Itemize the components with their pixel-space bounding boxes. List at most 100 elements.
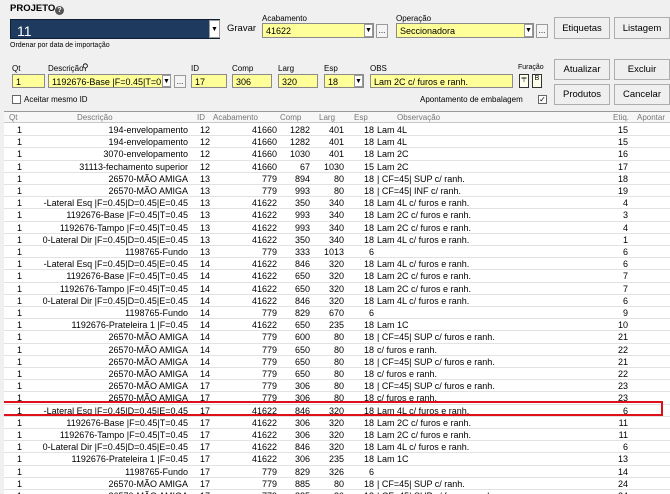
table-row[interactable]: 1 194-envelopamento 12 41660 1282 401 18 Lam 4L… (4, 136, 670, 149)
search-icon[interactable]: ⚲ (82, 62, 89, 73)
table-row[interactable]: 1 26570-MÃO AMIGA 14 779 600 80 18 | CF=45| SUP… (4, 331, 670, 344)
table-row[interactable]: 1 31113-fechamento superior 12 41660 67 1030 1… (4, 161, 670, 173)
operacao-ellipsis-button[interactable]: ... (536, 24, 548, 38)
table-row[interactable]: 1 26570-MÃO AMIGA 14 779 650 80 18 c/ furos e … (4, 368, 670, 381)
table-row[interactable]: 1 1192676-Prateleira 1 |F=0.45 17 41622 306 2… (4, 453, 670, 466)
cell-qt: 1 (16, 466, 22, 477)
listagem-button[interactable]: Listagem (614, 17, 670, 39)
etiquetas-button[interactable]: Etiquetas (554, 17, 610, 39)
table-row[interactable]: 126570-MÃO AMIGA177798858018| CF=45| SUP… (4, 490, 670, 494)
cell-acabamento: 41660 (251, 161, 277, 172)
cell-acabamento: 41660 (251, 125, 277, 135)
table-row[interactable]: 1 0-Lateral Dir |F=0.45|D=0.45|E=0.45 17 41… (4, 441, 670, 454)
acabamento-ellipsis-button[interactable]: ... (376, 24, 388, 38)
table-row[interactable]: 1 26570-MÃO AMIGA 17 779 306 80 18 c/ furos e … (4, 392, 670, 405)
atualizar-button[interactable]: Atualizar (554, 59, 610, 80)
acabamento-select[interactable]: 41622 (262, 23, 374, 38)
cell-qt: 1 (16, 369, 22, 379)
cell-id: 14 (200, 356, 211, 367)
table-row[interactable]: 126570-MÃO AMIGA177798858018| CF=45| SUP… (4, 478, 670, 490)
cell-qt: 1 (16, 271, 22, 282)
table-row[interactable]: 1 -Lateral Esq |F=0.45|D=0.45|E=0.45 13 416… (4, 197, 670, 210)
col-descricao[interactable]: Descrição (77, 112, 113, 123)
cell-observacao: | CF=45| SUP c/ furos e ranh. (377, 356, 495, 367)
cell-comp: 350 (294, 234, 310, 245)
col-comp[interactable]: Comp (280, 112, 301, 123)
cell-esp: 18 (363, 125, 374, 135)
table-row[interactable]: 1 -Lateral Esq |F=0.45|D=0.45|E=0.45 14 416… (4, 258, 670, 271)
cell-esp: 6 (368, 308, 374, 318)
gravar-button[interactable]: Gravar (227, 23, 256, 34)
table-row[interactable]: 1 1192676-Base |F=0.45|T=0.45 13 41622 993 34… (4, 209, 670, 222)
chevron-down-icon[interactable]: ▼ (524, 24, 533, 37)
col-id[interactable]: ID (197, 112, 205, 123)
col-apontar[interactable]: Apontar (637, 112, 665, 123)
cell-comp: 846 (294, 295, 310, 306)
excluir-button[interactable]: Excluir (614, 59, 670, 80)
cell-descricao: 31113-fechamento superior (79, 161, 188, 172)
table-row[interactable]: 1 26570-MÃO AMIGA 13 779 894 80 18 | CF=45| SUP… (4, 173, 670, 185)
chevron-down-icon[interactable]: ▼ (364, 24, 373, 37)
table-row[interactable]: 1 194-envelopamento 12 41660 1282 401 18 Lam 4L… (4, 124, 670, 137)
cell-descricao: 1198765-Fundo (125, 308, 188, 318)
table-row[interactable]: 1 -Lateral Esq |F=0.45|D=0.45|E=0.45 17 416… (4, 405, 670, 417)
table-row[interactable]: 1 1192676-Tampo |F=0.45|T=0.45 17 41622 306 3… (4, 429, 670, 442)
cell-esp: 18 (363, 356, 374, 367)
col-larg[interactable]: Larg (319, 112, 335, 123)
id-field[interactable]: 17 (191, 74, 227, 88)
cell-etiq: 6 (622, 295, 628, 306)
aceitar-checkbox[interactable] (12, 95, 21, 104)
cell-descricao: 194-envelopamento (108, 125, 188, 135)
table-row[interactable]: 1 1198765-Fundo 13 779 333 1013 6 6 (4, 246, 670, 259)
cell-id: 17 (200, 393, 211, 404)
chevron-down-icon[interactable]: ▼ (162, 75, 171, 87)
qt-field[interactable]: 1 (12, 74, 45, 88)
table-row[interactable]: 1 3070-envelopamento 12 41660 1030 401 18 Lam 2… (4, 148, 670, 161)
table-row[interactable]: 1 26570-MÃO AMIGA 17 779 306 80 18 | CF=45| SUP… (4, 380, 670, 393)
table-row[interactable]: 1 26570-MÃO AMIGA 14 779 650 80 18 | CF=45| SUP… (4, 356, 670, 368)
cell-larg: 80 (333, 369, 344, 379)
col-qt[interactable]: Qt (9, 112, 17, 123)
obs-field[interactable]: Lam 2C c/ furos e ranh. (370, 74, 513, 88)
apontamento-checkbox[interactable]: ✓ (538, 95, 547, 104)
table-row[interactable]: 1 1198765-Fundo 17 779 829 326 6 14 (4, 466, 670, 478)
table-row[interactable]: 1 26570-MÃO AMIGA 14 779 650 80 18 c/ furos e … (4, 344, 670, 356)
chevron-down-icon[interactable]: ▼ (354, 75, 363, 87)
items-table[interactable]: Qt Descrição ID Acabamento Comp Larg Esp… (4, 111, 670, 494)
table-row[interactable]: 1 1198765-Fundo 14 779 829 670 6 9 (4, 307, 670, 320)
col-etiq[interactable]: Etiq. (613, 112, 629, 123)
cell-etiq: 6 (622, 247, 628, 257)
cell-descricao: 194-envelopamento (108, 137, 188, 148)
col-esp[interactable]: Esp (354, 112, 368, 123)
col-acabamento[interactable]: Acabamento (213, 112, 258, 123)
produtos-button[interactable]: Produtos (554, 84, 610, 105)
table-row[interactable]: 1 1192676-Prateleira 1 |F=0.45 14 41622 650 2… (4, 319, 670, 332)
operacao-select[interactable]: Seccionadora (396, 23, 534, 38)
cell-larg: 235 (328, 320, 344, 331)
col-observacao[interactable]: Observação (397, 112, 440, 123)
table-row[interactable]: 1 0-Lateral Dir |F=0.45|D=0.45|E=0.45 14 41… (4, 295, 670, 307)
projeto-select[interactable]: 11 (10, 19, 220, 39)
cell-id: 17 (200, 454, 211, 465)
table-row[interactable]: 1 1192676-Tampo |F=0.45|T=0.45 14 41622 650 3… (4, 283, 670, 295)
cell-qt: 1 (16, 149, 22, 160)
furacao-top-icon[interactable]: ╤ (519, 74, 529, 88)
table-row[interactable]: 1 1192676-Base |F=0.45|T=0.45 14 41622 650 32… (4, 270, 670, 283)
cell-qt: 1 (16, 442, 22, 453)
chevron-down-icon[interactable]: ▼ (209, 20, 220, 38)
table-row[interactable]: 1 1192676-Base |F=0.45|T=0.45 17 41622 306 32… (4, 417, 670, 429)
table-row[interactable]: 1 1192676-Tampo |F=0.45|T=0.45 13 41622 993 3… (4, 222, 670, 234)
cell-descricao: 26570-MÃO AMIGA (108, 186, 188, 196)
cell-acabamento: 41622 (251, 320, 277, 331)
cancelar-button[interactable]: Cancelar (614, 84, 670, 105)
descricao-field[interactable]: 1192676-Base |F=0.45|T=0.4 (48, 74, 171, 88)
comp-field[interactable]: 306 (232, 74, 272, 88)
help-icon[interactable]: ? (55, 6, 64, 15)
table-row[interactable]: 1 26570-MÃO AMIGA 13 779 993 80 18 | CF=45| INF… (4, 185, 670, 198)
furacao-side-icon[interactable]: B (532, 74, 542, 88)
table-row[interactable]: 1 0-Lateral Dir |F=0.45|D=0.45|E=0.45 13 41… (4, 234, 670, 246)
descricao-ellipsis-button[interactable]: ... (174, 75, 186, 88)
cell-qt: 1 (16, 295, 22, 306)
larg-field[interactable]: 320 (278, 74, 318, 88)
cell-qt: 1 (16, 320, 22, 331)
